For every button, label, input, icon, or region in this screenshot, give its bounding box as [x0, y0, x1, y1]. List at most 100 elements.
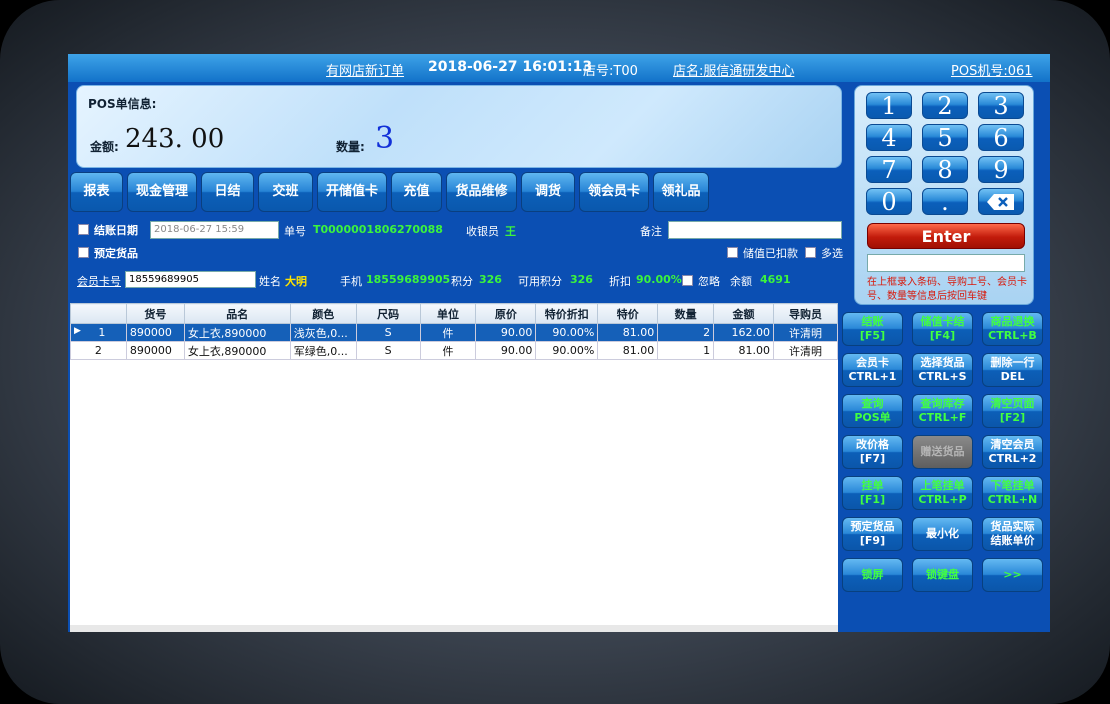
col-header-salesperson[interactable]: 导购员: [773, 303, 838, 324]
lock-keyboard-button[interactable]: 锁键盘: [912, 558, 973, 592]
col-header-special-price[interactable]: 特价: [597, 303, 659, 324]
cell-price: 90.00: [475, 341, 537, 360]
hold-order-button[interactable]: 挂单 [F1]: [842, 476, 903, 510]
table-row[interactable]: ▶ 1 890000 女上衣,890000 浅灰色,0... S 件 90.00 …: [70, 323, 838, 342]
settle-date-field[interactable]: 2018-06-27 15:59: [150, 221, 279, 239]
change-price-button[interactable]: 改价格 [F7]: [842, 435, 903, 469]
cell-sku: 890000: [125, 323, 185, 342]
cell-color: 军绿色,0...: [289, 341, 357, 360]
col-header-index: [70, 303, 127, 324]
select-goods-button[interactable]: 选择货品 CTRL+S: [912, 353, 973, 387]
amount-label: 金额:: [90, 140, 119, 154]
return-exchange-button[interactable]: 商品退换 CTRL+B: [982, 312, 1043, 346]
cash-management-button[interactable]: 现金管理: [127, 172, 197, 212]
balance-label: 余额: [730, 275, 752, 288]
key-4[interactable]: 4: [866, 124, 912, 151]
cell-unit: 件: [419, 341, 477, 360]
amount-value: 243. 00: [125, 124, 225, 154]
open-stored-card-button[interactable]: 开储值卡: [317, 172, 387, 212]
settle-date-checkbox[interactable]: [78, 224, 89, 235]
shortcut-key: DEL: [1000, 370, 1025, 383]
clear-member-button[interactable]: 清空会员 CTRL+2: [982, 435, 1043, 469]
phone-label: 手机: [340, 275, 362, 288]
cell-salesperson: 许清明: [773, 323, 838, 342]
pos-number[interactable]: POS机号:061: [951, 60, 1033, 79]
barcode-input[interactable]: [867, 254, 1025, 272]
cell-amount: 162.00: [713, 323, 774, 342]
member-card-button[interactable]: 领会员卡: [579, 172, 649, 212]
col-header-qty[interactable]: 数量: [657, 303, 715, 324]
row-index: 1: [98, 326, 106, 339]
clear-page-button[interactable]: 清空页面 [F2]: [982, 394, 1043, 428]
cell-amount: 81.00: [713, 341, 774, 360]
key-1[interactable]: 1: [866, 92, 912, 119]
member-card-label[interactable]: 会员卡号: [77, 273, 121, 289]
transfer-button[interactable]: 调货: [521, 172, 575, 212]
row-index: 2: [70, 341, 127, 360]
stored-deducted-checkbox[interactable]: [727, 247, 738, 258]
key-7[interactable]: 7: [866, 156, 912, 183]
key-6[interactable]: 6: [978, 124, 1024, 151]
repair-button[interactable]: 货品维修: [446, 172, 517, 212]
next-held-button[interactable]: 下笔挂单 CTRL+N: [982, 476, 1043, 510]
cell-special-price: 81.00: [597, 341, 659, 360]
remark-input[interactable]: [668, 221, 842, 239]
daily-settle-button[interactable]: 日结: [201, 172, 254, 212]
prev-held-button[interactable]: 上笔挂单 CTRL+P: [912, 476, 973, 510]
key-9[interactable]: 9: [978, 156, 1024, 183]
key-dot[interactable]: .: [922, 188, 968, 215]
member-card-input[interactable]: 18559689905: [125, 271, 256, 288]
order-no-label: 单号: [284, 225, 306, 238]
stored-card-pay-button[interactable]: 储值卡结 [F4]: [912, 312, 973, 346]
col-header-unit[interactable]: 单位: [419, 303, 477, 324]
cell-name: 女上衣,890000: [183, 341, 291, 360]
horizontal-scrollbar[interactable]: [70, 625, 838, 632]
row-pointer-icon: ▶: [74, 326, 81, 336]
key-3[interactable]: 3: [978, 92, 1024, 119]
reserve-goods-checkbox[interactable]: [78, 247, 89, 258]
enter-button[interactable]: Enter: [867, 223, 1025, 249]
col-header-size[interactable]: 尺码: [355, 303, 421, 324]
shortcut-key: CTRL+S: [918, 370, 967, 383]
key-0[interactable]: 0: [866, 188, 912, 215]
shortcut-label: 货品实际: [990, 520, 1035, 533]
ignore-checkbox[interactable]: [682, 275, 693, 286]
shortcut-label: 选择货品: [920, 356, 965, 369]
qty-value: 3: [375, 121, 395, 156]
col-header-sku[interactable]: 货号: [125, 303, 185, 324]
col-header-special-discount[interactable]: 特价折扣: [535, 303, 599, 324]
member-card-button[interactable]: 会员卡 CTRL+1: [842, 353, 903, 387]
key-8[interactable]: 8: [922, 156, 968, 183]
recharge-button[interactable]: 充值: [391, 172, 442, 212]
col-header-price[interactable]: 原价: [475, 303, 537, 324]
shortcut-label: 赠送货品: [920, 445, 965, 458]
multi-select-checkbox[interactable]: [805, 247, 816, 258]
backspace-icon: [987, 194, 1014, 210]
actual-price-button[interactable]: 货品实际 结账单价: [982, 517, 1043, 551]
delete-row-button[interactable]: 删除一行 DEL: [982, 353, 1043, 387]
minimize-button[interactable]: 最小化: [912, 517, 973, 551]
remark-label: 备注: [640, 225, 662, 238]
new-online-order-link[interactable]: 有网店新订单: [326, 60, 404, 79]
query-pos-button[interactable]: 查询 POS单: [842, 394, 903, 428]
cell-special-discount: 90.00%: [535, 341, 599, 360]
shortcut-label: 下笔挂单: [990, 479, 1035, 492]
col-header-amount[interactable]: 金额: [713, 303, 774, 324]
lock-screen-button[interactable]: 锁屏: [842, 558, 903, 592]
query-stock-button[interactable]: 查询库存 CTRL+F: [912, 394, 973, 428]
store-name[interactable]: 店名:服信通研发中心: [673, 60, 794, 79]
gift-button[interactable]: 领礼品: [653, 172, 709, 212]
table-row[interactable]: 2 890000 女上衣,890000 军绿色,0... S 件 90.00 9…: [70, 341, 838, 360]
checkout-button[interactable]: 结账 [F5]: [842, 312, 903, 346]
reserve-goods-button[interactable]: 预定货品 [F9]: [842, 517, 903, 551]
col-header-color[interactable]: 颜色: [289, 303, 357, 324]
col-header-name[interactable]: 品名: [183, 303, 291, 324]
shift-handover-button[interactable]: 交班: [258, 172, 313, 212]
backspace-key[interactable]: [978, 188, 1024, 215]
report-button[interactable]: 报表: [70, 172, 123, 212]
shortcut-label: 改价格: [856, 438, 889, 451]
shortcut-key: 结账单价: [990, 534, 1035, 547]
more-button[interactable]: >>: [982, 558, 1043, 592]
key-5[interactable]: 5: [922, 124, 968, 151]
key-2[interactable]: 2: [922, 92, 968, 119]
